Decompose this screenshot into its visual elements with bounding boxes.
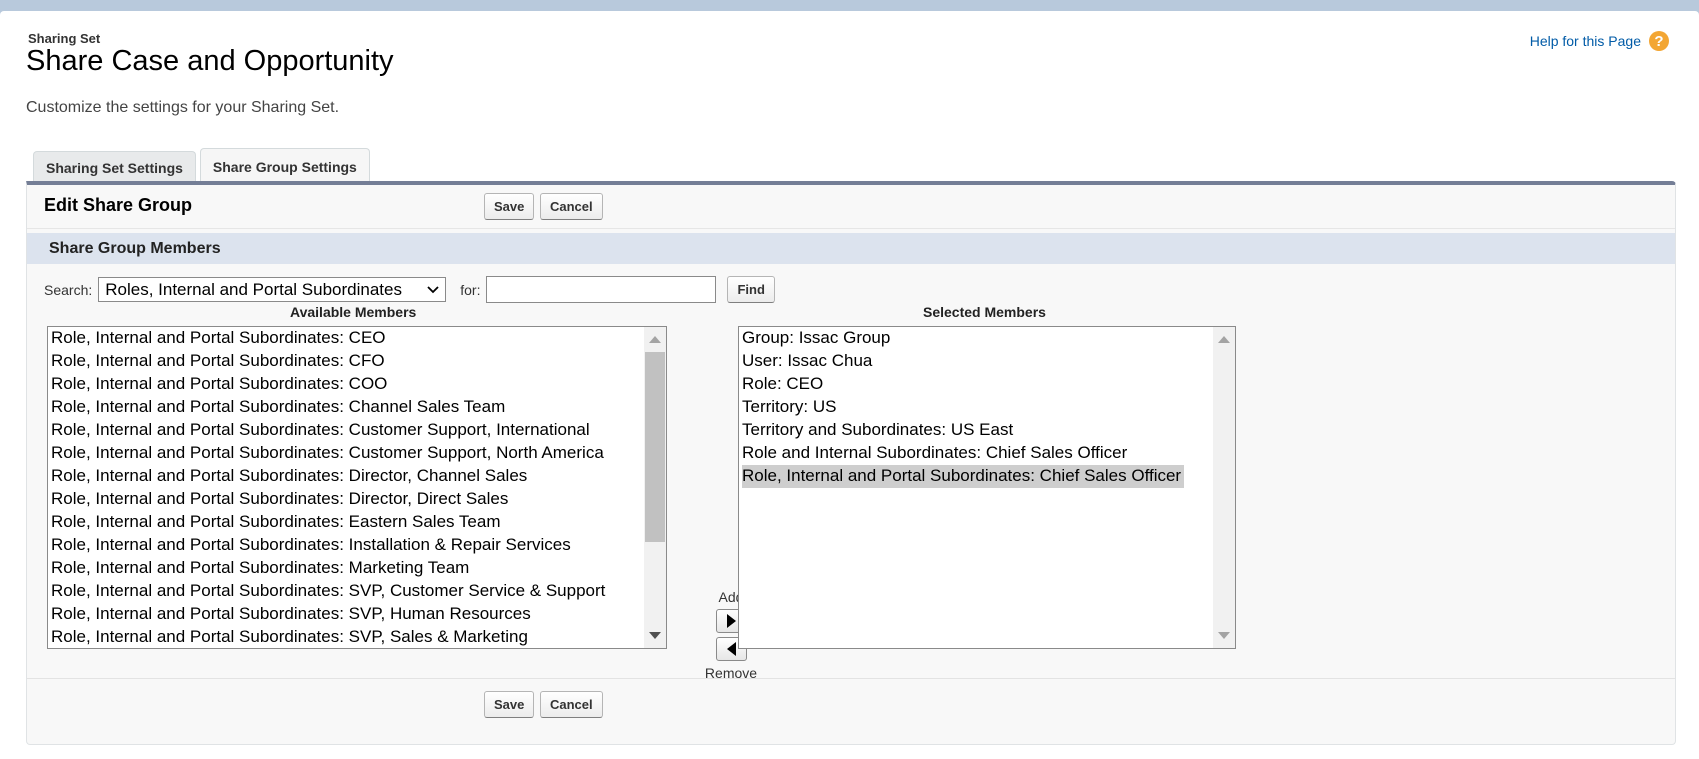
search-type-value: Roles, Internal and Portal Subordinates — [105, 279, 402, 299]
selected-scrollbar[interactable] — [1213, 327, 1235, 648]
panel-title: Edit Share Group — [44, 195, 193, 215]
scroll-thumb[interactable] — [645, 352, 665, 542]
arrow-right-icon — [726, 614, 736, 628]
list-item[interactable]: Territory: US — [742, 396, 1184, 419]
list-item[interactable]: Role, Internal and Portal Subordinates: … — [51, 603, 605, 626]
list-item[interactable]: Role, Internal and Portal Subordinates: … — [51, 557, 605, 580]
edit-share-group-panel: Edit Share Group Save Cancel Share Group… — [26, 181, 1676, 745]
list-item[interactable]: Role, Internal and Portal Subordinates: … — [51, 396, 605, 419]
selected-items: Group: Issac Group User: Issac Chua Role: … — [742, 327, 1185, 488]
help-link[interactable]: Help for this Page — [1530, 33, 1641, 49]
list-item[interactable]: User: Issac Chua — [742, 350, 1184, 373]
available-members-list[interactable]: Role, Internal and Portal Subordinates: … — [47, 326, 667, 649]
available-scrollbar[interactable] — [644, 327, 666, 648]
list-item[interactable]: Role, Internal and Portal Subordinates: … — [51, 419, 605, 442]
save-button[interactable]: Save — [484, 193, 535, 220]
list-item[interactable]: Role, Internal and Portal Subordinates: … — [51, 465, 605, 488]
for-label: for: — [460, 281, 481, 298]
search-input[interactable] — [486, 276, 717, 303]
available-members-label: Available Members — [290, 304, 417, 320]
tab-sharing-set-settings[interactable]: Sharing Set Settings — [33, 151, 196, 184]
page-title: Share Case and Opportunity — [26, 45, 394, 77]
scroll-down-icon[interactable] — [649, 632, 661, 639]
search-type-select[interactable]: Roles, Internal and Portal Subordinates — [98, 277, 447, 302]
search-row: Search: Roles, Internal and Portal Subor… — [44, 276, 775, 303]
list-item[interactable]: Territory and Subordinates: US East — [742, 419, 1184, 442]
scroll-up-icon[interactable] — [649, 336, 661, 343]
list-item[interactable]: Role: CEO — [742, 373, 1184, 396]
page-description: Customize the settings for your Sharing … — [26, 99, 340, 116]
list-item[interactable]: Role, Internal and Portal Subordinates: … — [51, 626, 605, 648]
find-button[interactable]: Find — [727, 276, 775, 303]
search-label: Search: — [44, 281, 93, 298]
panel-header: Edit Share Group Save Cancel — [27, 185, 1675, 229]
list-item[interactable]: Role, Internal and Portal Subordinates: … — [51, 327, 605, 350]
scroll-up-icon[interactable] — [1218, 336, 1230, 343]
list-item[interactable]: Role, Internal and Portal Subordinates: … — [51, 350, 605, 373]
page-eyebrow: Sharing Set — [28, 31, 101, 46]
help-link-container: Help for this Page ? — [1530, 31, 1669, 51]
cancel-button[interactable]: Cancel — [540, 193, 603, 220]
available-items: Role, Internal and Portal Subordinates: … — [51, 327, 605, 648]
list-item[interactable]: Role, Internal and Portal Subordinates: … — [51, 373, 605, 396]
page-container: Sharing Set Share Case and Opportunity H… — [0, 11, 1699, 759]
list-item[interactable]: Group: Issac Group — [742, 327, 1184, 350]
panel-footer-divider — [27, 678, 1675, 679]
list-item[interactable]: Role, Internal and Portal Subordinates: … — [51, 580, 605, 603]
question-icon[interactable]: ? — [1649, 31, 1669, 51]
list-item[interactable]: Role, Internal and Portal Subordinates: … — [742, 465, 1185, 488]
chevron-down-icon — [427, 285, 439, 293]
list-item[interactable]: Role, Internal and Portal Subordinates: … — [51, 511, 605, 534]
list-item[interactable]: Role, Internal and Portal Subordinates: … — [51, 442, 605, 465]
section-header: Share Group Members — [27, 233, 1675, 264]
tab-bar: Sharing Set Settings Share Group Setting… — [33, 148, 374, 184]
list-item[interactable]: Role, Internal and Portal Subordinates: … — [51, 488, 605, 511]
footer-save-button[interactable]: Save — [484, 691, 535, 718]
scroll-down-icon[interactable] — [1218, 632, 1230, 639]
section-title: Share Group Members — [49, 239, 221, 257]
selected-members-label: Selected Members — [923, 304, 1046, 320]
list-item[interactable]: Role, Internal and Portal Subordinates: … — [51, 534, 605, 557]
arrow-left-icon — [726, 642, 736, 656]
list-item[interactable]: Role and Internal Subordinates: Chief Sa… — [742, 442, 1184, 465]
tab-share-group-settings[interactable]: Share Group Settings — [199, 148, 370, 184]
selected-members-list[interactable]: Group: Issac Group User: Issac Chua Role: … — [738, 326, 1236, 649]
footer-cancel-button[interactable]: Cancel — [540, 691, 603, 718]
